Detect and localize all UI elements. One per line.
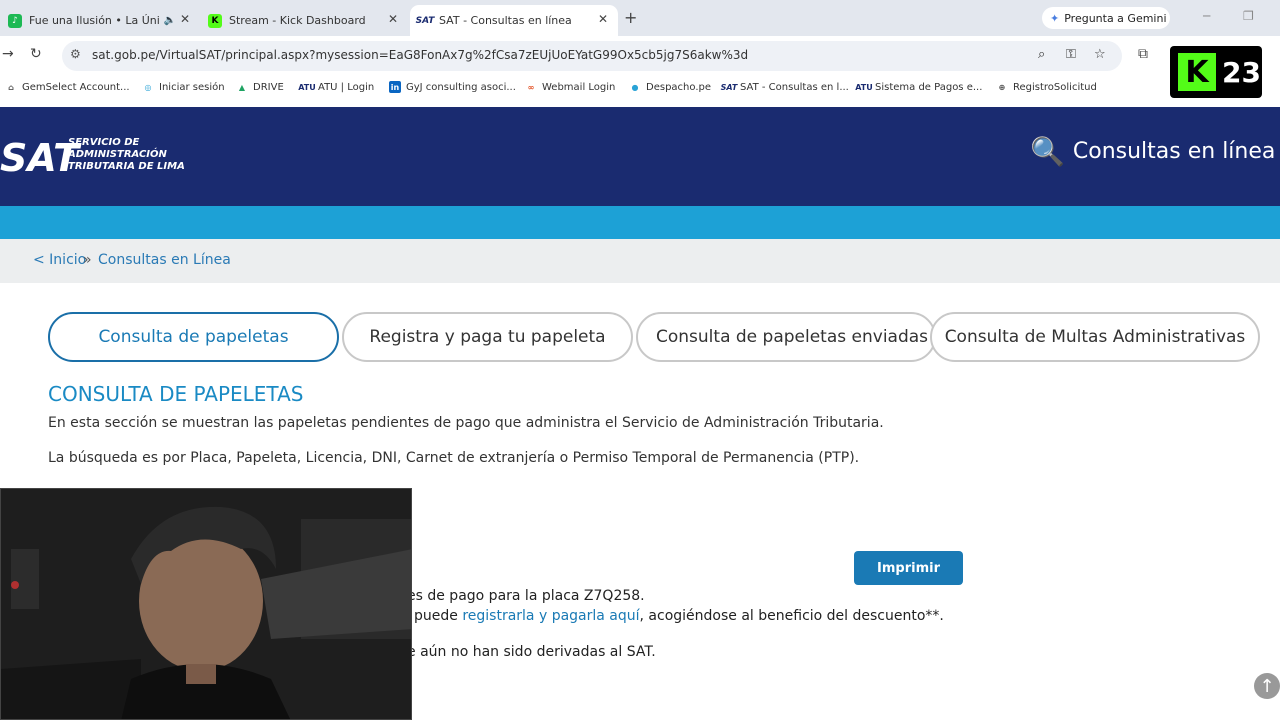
webcam-overlay <box>0 488 412 720</box>
kick-viewer-badge: K 23 <box>1170 46 1262 98</box>
drive-icon: ▲ <box>238 82 246 92</box>
bookmark-item[interactable]: ATU ATU | Login <box>298 81 374 93</box>
zoom-icon[interactable]: ⌕ <box>1038 47 1045 62</box>
arrow-up-icon: ↑ <box>1259 675 1275 697</box>
bookmark-item[interactable]: ▲ DRIVE <box>236 81 284 93</box>
bookmark-star-icon[interactable]: ☆ <box>1094 47 1106 62</box>
reload-icon[interactable]: ↻ <box>30 46 42 62</box>
bookmark-item[interactable]: ∞ Webmail Login <box>525 81 616 93</box>
search-criteria-text: La búsqueda es por Placa, Papeleta, Lice… <box>48 450 860 466</box>
results-note: e aún no han sido derivadas al SAT. <box>407 644 656 660</box>
sat-icon: SAT <box>720 82 738 92</box>
breadcrumb-current[interactable]: Consultas en Línea <box>98 252 231 268</box>
kick-logo-icon: K <box>1178 53 1216 91</box>
print-button[interactable]: Imprimir <box>854 551 963 585</box>
bookmark-item[interactable]: ● Despacho.pe <box>629 81 712 93</box>
nav-strip <box>0 206 1280 239</box>
tab-papeletas-enviadas[interactable]: Consulta de papeletas enviadas a <box>636 312 936 362</box>
despacho-icon: ● <box>631 82 639 92</box>
atu-icon: ATU <box>298 82 316 92</box>
extensions-icon[interactable]: ⧉ <box>1138 46 1148 62</box>
tab-consulta-papeletas[interactable]: Consulta de papeletas <box>48 312 339 362</box>
tab-music[interactable]: ♪ Fue una Ilusión • La Única T 🔈 ✕ <box>0 5 200 36</box>
register-pay-link[interactable]: registrarla y pagarla aquí <box>462 608 639 624</box>
bookmark-item[interactable]: SAT SAT - Consultas en l... <box>720 81 849 93</box>
bookmark-item[interactable]: ATU Sistema de Pagos e... <box>855 81 982 93</box>
sat-logo-subtitle: SERVICIO DE ADMINISTRACIÓN TRIBUTARIA DE… <box>68 137 185 172</box>
consultas-heading: 🔍 Consultas en línea <box>1030 135 1276 168</box>
magnifier-icon: 🔍 <box>1030 135 1065 168</box>
login-icon: ◎ <box>144 82 152 92</box>
bookmark-item[interactable]: ◎ Iniciar sesión <box>142 81 225 93</box>
address-bar-row: → ↻ ⚙ sat.gob.pe/VirtualSAT/principal.as… <box>0 36 1280 76</box>
forward-icon[interactable]: → <box>2 46 14 62</box>
spotify-icon: ♪ <box>8 13 22 28</box>
minimize-icon[interactable]: ─ <box>1203 9 1210 23</box>
results-register-line: puede registrarla y pagarla aquí, acogié… <box>414 608 944 624</box>
sat-icon: SAT <box>415 15 435 26</box>
restore-icon[interactable]: ❐ <box>1243 9 1254 23</box>
section-title: CONSULTA DE PAPELETAS <box>48 382 304 406</box>
tab-kick-dashboard[interactable]: K Stream - Kick Dashboard ✕ <box>200 5 408 36</box>
results-summary: es de pago para la placa Z7Q258. <box>407 588 645 604</box>
linkedin-icon: in <box>389 81 401 93</box>
close-tab-icon[interactable]: ✕ <box>388 12 398 26</box>
kick-icon: K <box>208 13 222 28</box>
breadcrumb-separator: » <box>83 252 92 268</box>
breadcrumb: < Inicio » Consultas en Línea <box>0 239 1280 283</box>
gemini-icon: ✦ <box>1050 11 1060 25</box>
bookmark-item[interactable]: in GyJ consulting asoci... <box>389 81 516 93</box>
url-omnibox[interactable]: ⚙ sat.gob.pe/VirtualSAT/principal.aspx?m… <box>62 41 1122 71</box>
tab-registra-paga[interactable]: Registra y paga tu papeleta <box>342 312 633 362</box>
globe-icon: ⊕ <box>998 82 1006 92</box>
browser-tab-bar: ♪ Fue una Ilusión • La Única T 🔈 ✕ K Str… <box>0 0 1280 36</box>
site-header: SAT SERVICIO DE ADMINISTRACIÓN TRIBUTARI… <box>0 107 1280 206</box>
password-key-icon[interactable]: ⚿ <box>1066 47 1076 62</box>
webcam-feed-image <box>1 489 411 719</box>
new-tab-button[interactable]: + <box>624 8 637 27</box>
bookmark-item[interactable]: ⊕ RegistroSolicitud <box>996 81 1097 93</box>
tab-sat-consultas[interactable]: SAT SAT - Consultas en línea ✕ <box>410 5 618 36</box>
tab-multas-administrativas[interactable]: Consulta de Multas Administrativas <box>930 312 1260 362</box>
webmail-icon: ∞ <box>527 82 535 92</box>
bookmarks-bar: ⌂ GemSelect Account... ◎ Iniciar sesión ▲ D… <box>0 76 1280 100</box>
bookmark-item[interactable]: ⌂ GemSelect Account... <box>5 81 129 93</box>
site-info-icon[interactable]: ⚙ <box>70 47 81 61</box>
gemini-button[interactable]: ✦ Pregunta a Gemini <box>1042 7 1170 29</box>
section-description: En esta sección se muestran las papeleta… <box>48 415 884 431</box>
gemselect-icon: ⌂ <box>8 82 14 92</box>
speaker-icon[interactable]: 🔈 <box>164 15 176 26</box>
atu-icon: ATU <box>855 82 873 92</box>
scroll-to-top-button[interactable]: ↑ <box>1254 673 1280 699</box>
close-tab-icon[interactable]: ✕ <box>598 12 608 26</box>
breadcrumb-inicio-link[interactable]: < Inicio <box>33 252 86 268</box>
url-text[interactable]: sat.gob.pe/VirtualSAT/principal.aspx?mys… <box>92 48 748 62</box>
close-tab-icon[interactable]: ✕ <box>180 12 190 26</box>
